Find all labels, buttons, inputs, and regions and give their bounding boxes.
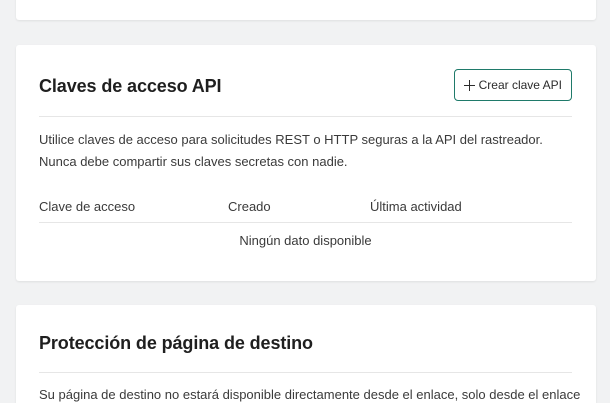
api-keys-description: Utilice claves de acceso para solicitude… <box>39 129 543 173</box>
landing-protection-card: Protección de página de destino Su págin… <box>16 305 596 403</box>
landing-protection-title: Protección de página de destino <box>39 333 313 353</box>
plus-icon <box>463 79 475 91</box>
previous-section-card <box>16 0 596 20</box>
api-keys-table: Clave de acceso Creado Última actividad … <box>39 195 572 257</box>
table-header: Clave de acceso Creado Última actividad <box>39 195 572 223</box>
api-keys-description-line1: Utilice claves de acceso para solicitude… <box>39 132 543 147</box>
create-api-key-button[interactable]: Crear clave API <box>453 69 572 101</box>
column-header-access-key[interactable]: Clave de acceso <box>39 199 135 214</box>
api-keys-title: Claves de acceso API <box>39 76 222 96</box>
api-keys-description-line2: Nunca debe compartir sus claves secretas… <box>39 154 348 169</box>
api-keys-header: Claves de acceso API Crear clave API <box>39 45 572 117</box>
landing-protection-description: Su página de destino no estará disponibl… <box>39 387 581 402</box>
create-api-key-label: Crear clave API <box>478 78 562 92</box>
landing-protection-header: Protección de página de destino <box>39 305 572 373</box>
column-header-created[interactable]: Creado <box>228 199 271 214</box>
table-empty-message: Ningún dato disponible <box>239 232 372 248</box>
api-keys-card: Claves de acceso API Crear clave API Uti… <box>16 45 596 281</box>
column-header-last-activity[interactable]: Última actividad <box>370 199 462 214</box>
